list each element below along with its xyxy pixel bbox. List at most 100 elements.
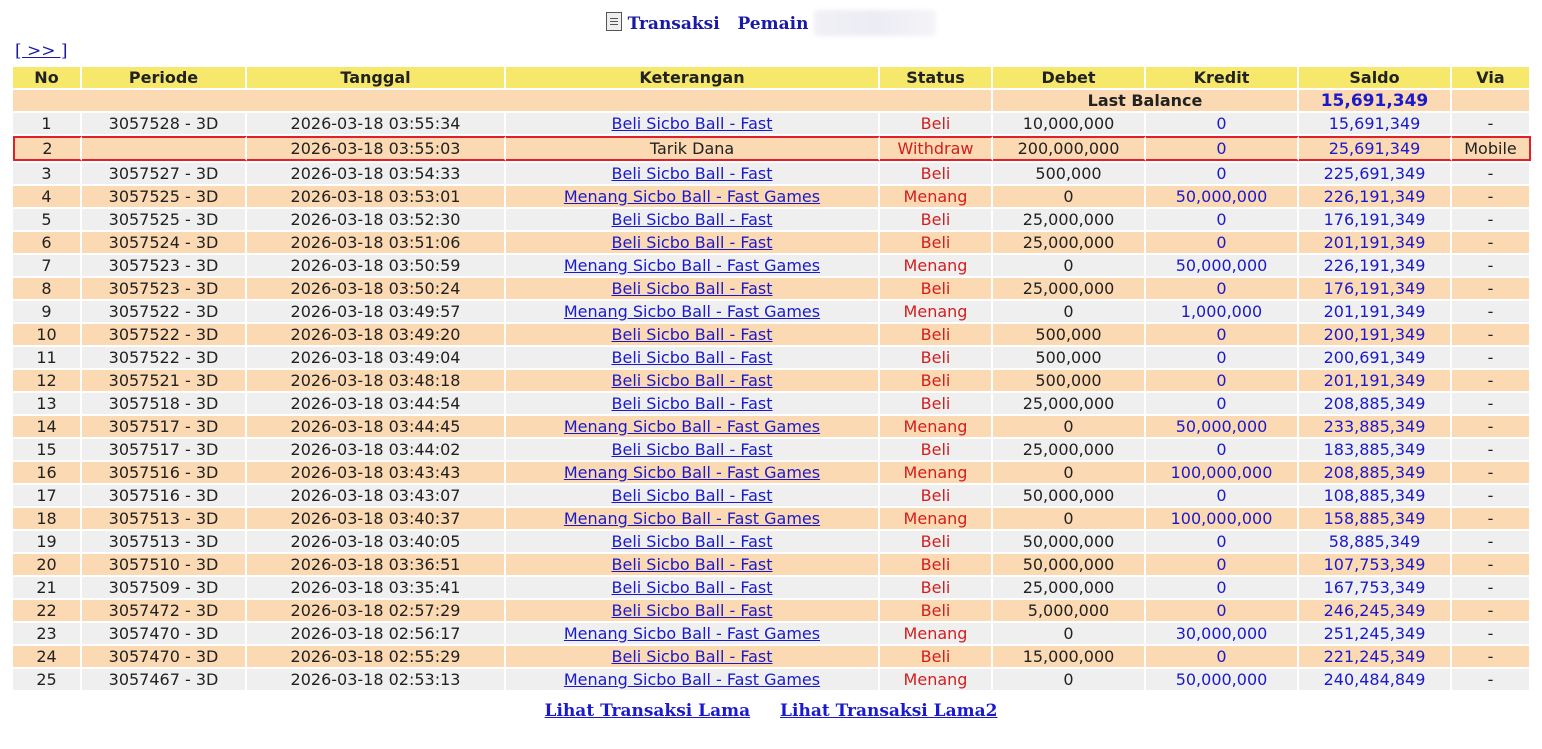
transaction-table: No Periode Tanggal Keterangan Status Deb…	[13, 65, 1531, 692]
cell-no: 18	[13, 508, 82, 529]
table-row: 12 3057521 - 3D 2026-03-18 03:48:18 Beli Si…	[13, 370, 1531, 391]
cell-tanggal: 2026-03-18 03:35:41	[247, 577, 506, 598]
transaction-detail-link[interactable]: Menang Sicbo Ball - Fast Games	[564, 256, 820, 275]
cell-via: -	[1452, 347, 1531, 368]
cell-debet: 0	[993, 462, 1146, 483]
transaction-detail-link[interactable]: Beli Sicbo Ball - Fast	[612, 279, 773, 298]
transaction-detail-link[interactable]: Beli Sicbo Ball - Fast	[612, 325, 773, 344]
cell-kredit: 0	[1146, 370, 1299, 391]
transaction-detail-link[interactable]: Beli Sicbo Ball - Fast	[612, 210, 773, 229]
col-header-tanggal: Tanggal	[247, 67, 506, 88]
cell-status: Menang	[880, 623, 993, 644]
table-row: 6 3057524 - 3D 2026-03-18 03:51:06 Beli Sic…	[13, 232, 1531, 253]
cell-periode: 3057517 - 3D	[82, 439, 247, 460]
cell-no: 20	[13, 554, 82, 575]
cell-via: -	[1452, 393, 1531, 414]
transaction-detail-link[interactable]: Beli Sicbo Ball - Fast	[612, 486, 773, 505]
transaction-detail-link[interactable]: Menang Sicbo Ball - Fast Games	[564, 417, 820, 436]
cell-saldo: 201,191,349	[1299, 232, 1452, 253]
cell-via: -	[1452, 209, 1531, 230]
cell-status: Beli	[880, 531, 993, 552]
cell-kredit: 0	[1146, 600, 1299, 621]
cell-saldo: 15,691,349	[1299, 113, 1452, 134]
transaction-detail-link[interactable]: Beli Sicbo Ball - Fast	[612, 114, 773, 133]
transaction-detail-link[interactable]: Beli Sicbo Ball - Fast	[612, 164, 773, 183]
cell-periode: 3057513 - 3D	[82, 508, 247, 529]
old-transactions-link-2[interactable]: Lihat Transaksi Lama2	[780, 701, 997, 721]
cell-via: -	[1452, 554, 1531, 575]
table-row: 19 3057513 - 3D 2026-03-18 03:40:05 Beli Si…	[13, 531, 1531, 552]
transaction-detail-link[interactable]: Beli Sicbo Ball - Fast	[612, 532, 773, 551]
cell-debet: 0	[993, 508, 1146, 529]
cell-via: -	[1452, 508, 1531, 529]
transaction-detail-link[interactable]: Beli Sicbo Ball - Fast	[612, 601, 773, 620]
transaction-detail-link[interactable]: Beli Sicbo Ball - Fast	[612, 555, 773, 574]
cell-keterangan: Beli Sicbo Ball - Fast	[506, 163, 880, 184]
cell-tanggal: 2026-03-18 03:40:05	[247, 531, 506, 552]
cell-periode: 3057516 - 3D	[82, 485, 247, 506]
cell-no: 21	[13, 577, 82, 598]
cell-periode: 3057522 - 3D	[82, 347, 247, 368]
transaction-detail-link[interactable]: Beli Sicbo Ball - Fast	[612, 647, 773, 666]
cell-no: 11	[13, 347, 82, 368]
cell-saldo: 167,753,349	[1299, 577, 1452, 598]
cell-debet: 500,000	[993, 347, 1146, 368]
cell-saldo: 226,191,349	[1299, 186, 1452, 207]
cell-tanggal: 2026-03-18 03:44:54	[247, 393, 506, 414]
table-row: 10 3057522 - 3D 2026-03-18 03:49:20 Beli Si…	[13, 324, 1531, 345]
cell-tanggal: 2026-03-18 03:36:51	[247, 554, 506, 575]
cell-saldo: 246,245,349	[1299, 600, 1452, 621]
col-header-kredit: Kredit	[1146, 67, 1299, 88]
cell-periode: 3057510 - 3D	[82, 554, 247, 575]
cell-kredit: 0	[1146, 347, 1299, 368]
cell-keterangan: Menang Sicbo Ball - Fast Games	[506, 508, 880, 529]
cell-keterangan: Beli Sicbo Ball - Fast	[506, 393, 880, 414]
cell-keterangan: Beli Sicbo Ball - Fast	[506, 278, 880, 299]
transaction-detail-link[interactable]: Beli Sicbo Ball - Fast	[612, 348, 773, 367]
transaction-detail-link[interactable]: Beli Sicbo Ball - Fast	[612, 578, 773, 597]
transaction-detail-link[interactable]: Menang Sicbo Ball - Fast Games	[564, 302, 820, 321]
cell-via: -	[1452, 301, 1531, 322]
cell-saldo: 108,885,349	[1299, 485, 1452, 506]
cell-debet: 50,000,000	[993, 554, 1146, 575]
next-page-link[interactable]: [ >> ]	[15, 41, 68, 61]
cell-tanggal: 2026-03-18 02:57:29	[247, 600, 506, 621]
transaction-detail-link[interactable]: Beli Sicbo Ball - Fast	[612, 440, 773, 459]
cell-via: -	[1452, 232, 1531, 253]
cell-keterangan: Menang Sicbo Ball - Fast Games	[506, 623, 880, 644]
cell-no: 4	[13, 186, 82, 207]
cell-periode	[82, 136, 247, 161]
cell-kredit: 0	[1146, 646, 1299, 667]
table-row: 11 3057522 - 3D 2026-03-18 03:49:04 Beli Si…	[13, 347, 1531, 368]
cell-tanggal: 2026-03-18 03:55:34	[247, 113, 506, 134]
transaction-detail-link[interactable]: Menang Sicbo Ball - Fast Games	[564, 509, 820, 528]
cell-saldo: 208,885,349	[1299, 462, 1452, 483]
transaction-detail-link[interactable]: Menang Sicbo Ball - Fast Games	[564, 670, 820, 689]
title-transaksi: Transaksi	[627, 14, 720, 34]
table-row: 17 3057516 - 3D 2026-03-18 03:43:07 Beli Si…	[13, 485, 1531, 506]
cell-via: -	[1452, 439, 1531, 460]
cell-tanggal: 2026-03-18 03:50:24	[247, 278, 506, 299]
cell-via: -	[1452, 669, 1531, 690]
cell-periode: 3057470 - 3D	[82, 623, 247, 644]
transaction-detail-link[interactable]: Menang Sicbo Ball - Fast Games	[564, 463, 820, 482]
blurred-player-name	[814, 10, 937, 36]
cell-status: Menang	[880, 508, 993, 529]
col-header-debet: Debet	[993, 67, 1146, 88]
cell-status: Withdraw	[880, 136, 993, 161]
transaction-detail-link[interactable]: Beli Sicbo Ball - Fast	[612, 394, 773, 413]
cell-debet: 25,000,000	[993, 209, 1146, 230]
cell-tanggal: 2026-03-18 03:53:01	[247, 186, 506, 207]
cell-debet: 500,000	[993, 370, 1146, 391]
transaction-detail-link[interactable]: Beli Sicbo Ball - Fast	[612, 371, 773, 390]
old-transactions-link[interactable]: Lihat Transaksi Lama	[545, 701, 751, 721]
cell-debet: 0	[993, 669, 1146, 690]
transaction-detail-link[interactable]: Menang Sicbo Ball - Fast Games	[564, 187, 820, 206]
transaction-detail-link[interactable]: Menang Sicbo Ball - Fast Games	[564, 624, 820, 643]
cell-kredit: 0	[1146, 577, 1299, 598]
cell-via: -	[1452, 278, 1531, 299]
transaction-detail-link[interactable]: Beli Sicbo Ball - Fast	[612, 233, 773, 252]
cell-periode: 3057528 - 3D	[82, 113, 247, 134]
cell-kredit: 0	[1146, 278, 1299, 299]
cell-keterangan: Beli Sicbo Ball - Fast	[506, 232, 880, 253]
